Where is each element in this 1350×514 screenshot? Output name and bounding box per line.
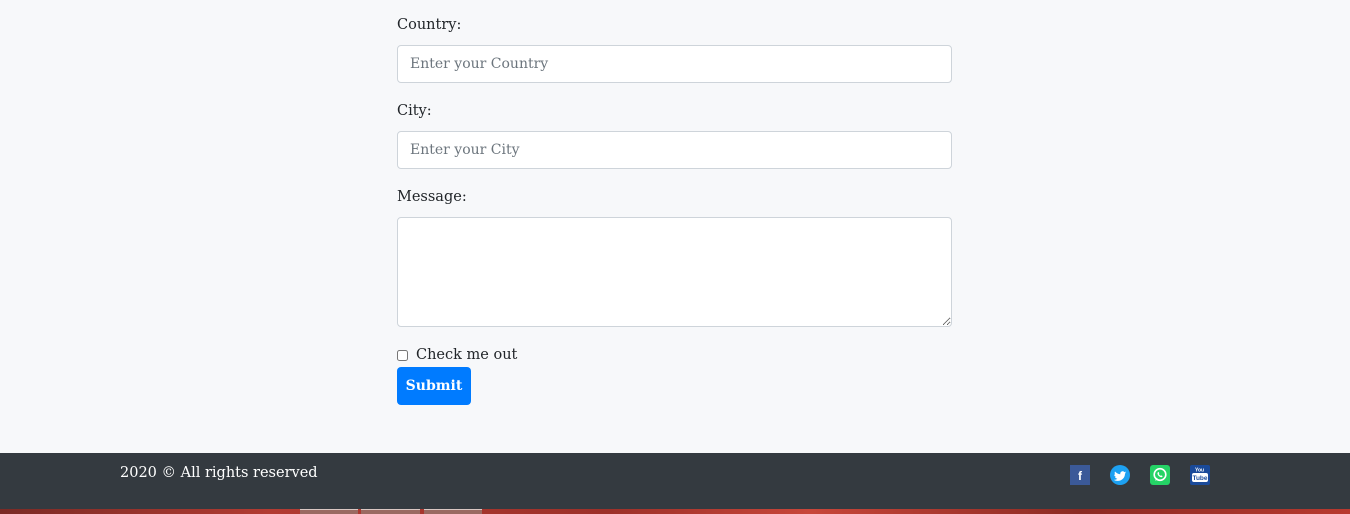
message-label: Message: — [397, 189, 467, 205]
check-me-out-checkbox[interactable] — [397, 349, 408, 361]
city-label: City: — [397, 103, 432, 119]
country-label: Country: — [397, 17, 462, 33]
city-input[interactable] — [397, 131, 952, 169]
carousel-thumb[interactable] — [300, 509, 358, 514]
page-footer: 2020 © All rights reserved f Tube You — [0, 453, 1350, 509]
country-input[interactable] — [397, 45, 952, 83]
whatsapp-icon[interactable] — [1150, 465, 1170, 485]
check-me-out-row: Check me out — [397, 346, 517, 364]
carousel-thumb[interactable] — [361, 509, 420, 514]
svg-text:You: You — [1195, 468, 1204, 474]
submit-button[interactable]: Submit — [397, 367, 471, 405]
message-textarea[interactable] — [397, 217, 952, 327]
check-me-out-label[interactable]: Check me out — [416, 346, 517, 364]
carousel-thumb[interactable] — [424, 509, 482, 514]
twitter-icon[interactable] — [1110, 465, 1130, 485]
background-image-strip — [0, 509, 1350, 514]
svg-text:Tube: Tube — [1192, 475, 1207, 482]
youtube-icon[interactable]: Tube You — [1190, 465, 1210, 485]
facebook-icon[interactable]: f — [1070, 465, 1090, 485]
copyright-text: 2020 © All rights reserved — [120, 465, 318, 481]
